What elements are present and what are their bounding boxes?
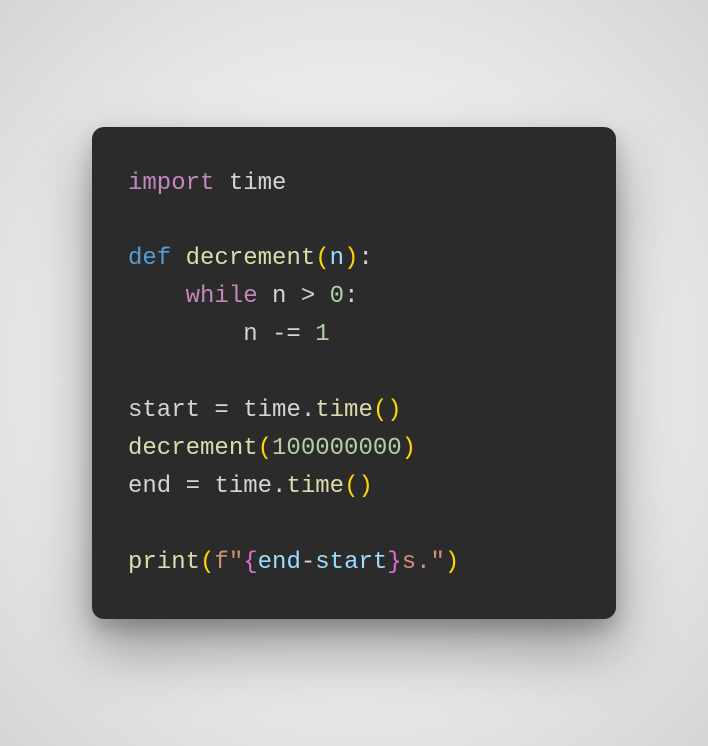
function-call: time <box>315 397 373 424</box>
keyword-while: while <box>186 283 258 310</box>
function-call: decrement <box>128 435 258 462</box>
indent <box>128 283 186 310</box>
variable: start <box>315 549 387 576</box>
paren-close: ) <box>344 245 358 272</box>
paren-open: ( <box>344 473 358 500</box>
paren-open: ( <box>315 245 329 272</box>
brace-open: { <box>243 549 257 576</box>
keyword-def: def <box>128 245 171 272</box>
paren-close: ) <box>387 397 401 424</box>
fstring-prefix: f" <box>214 549 243 576</box>
paren-open: ( <box>258 435 272 462</box>
dot: . <box>301 397 315 424</box>
parameter: n <box>330 245 344 272</box>
paren-open: ( <box>373 397 387 424</box>
number-literal: 0 <box>330 283 344 310</box>
indent <box>128 321 243 348</box>
paren-open: ( <box>200 549 214 576</box>
dot: . <box>272 473 286 500</box>
number-literal: 100000000 <box>272 435 402 462</box>
code-content: import time def decrement(n): while n > … <box>128 165 580 582</box>
module-ref: time <box>214 473 272 500</box>
paren-close: ) <box>402 435 416 462</box>
code-block: import time def decrement(n): while n > … <box>92 127 616 620</box>
variable: end <box>128 473 171 500</box>
operator: = <box>186 473 200 500</box>
operator: = <box>214 397 228 424</box>
variable: n <box>272 283 286 310</box>
paren-close: ) <box>358 473 372 500</box>
colon: : <box>344 283 358 310</box>
number-literal: 1 <box>315 321 329 348</box>
function-call: print <box>128 549 200 576</box>
variable: end <box>258 549 301 576</box>
variable: start <box>128 397 200 424</box>
colon: : <box>358 245 372 272</box>
brace-close: } <box>387 549 401 576</box>
module-ref: time <box>243 397 301 424</box>
keyword-import: import <box>128 170 214 197</box>
function-call: time <box>286 473 344 500</box>
variable: n <box>243 321 257 348</box>
operator: -= <box>272 321 301 348</box>
operator: - <box>301 549 315 576</box>
module-name: time <box>229 170 287 197</box>
paren-close: ) <box>445 549 459 576</box>
operator: > <box>301 283 315 310</box>
string-literal: s." <box>402 549 445 576</box>
function-name: decrement <box>186 245 316 272</box>
